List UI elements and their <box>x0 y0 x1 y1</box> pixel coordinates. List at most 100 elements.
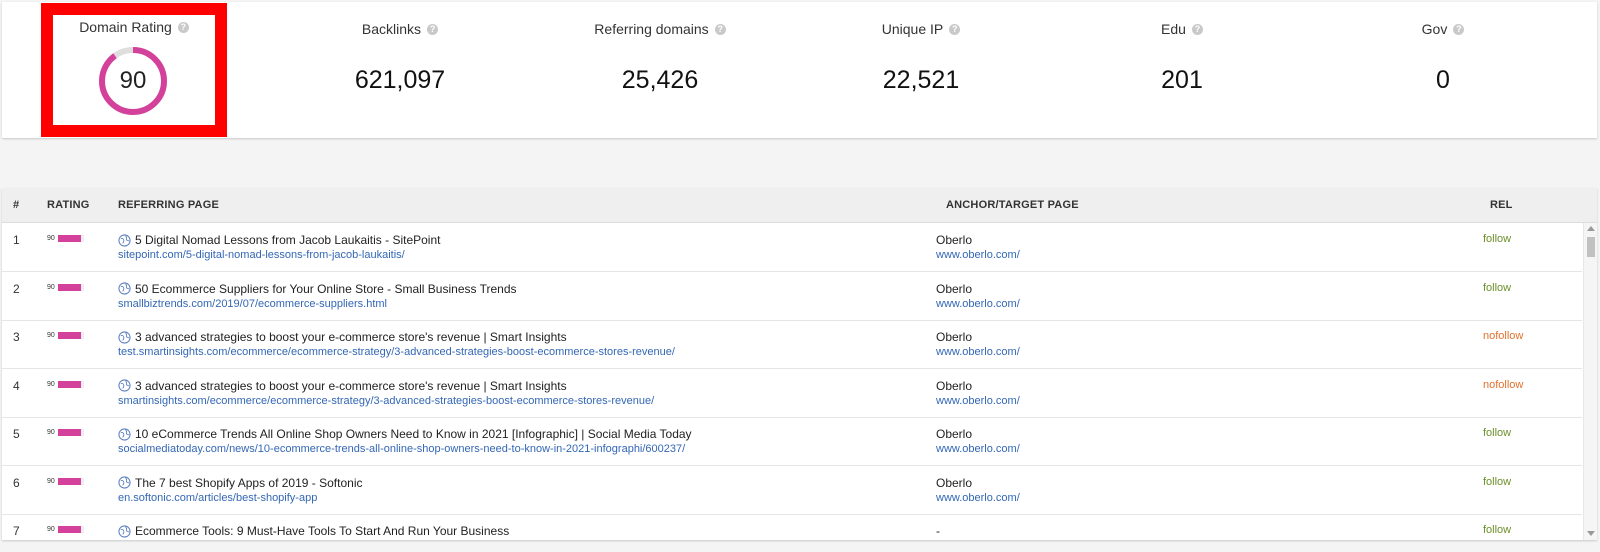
metric-gov: Gov ? 0 <box>1313 2 1573 138</box>
referring-page-url[interactable]: test.smartinsights.com/ecommerce/ecommer… <box>118 346 675 358</box>
globe-icon <box>118 427 131 441</box>
header-rel[interactable]: REL <box>1490 188 1513 222</box>
target-page-url[interactable]: www.oberlo.com/ <box>936 395 1020 407</box>
target-page-url[interactable]: www.oberlo.com/ <box>936 249 1020 261</box>
row-number: 7 <box>13 524 20 538</box>
metric-value[interactable]: 0 <box>1313 66 1573 95</box>
row-rating: 90 <box>47 283 84 291</box>
rating-bar-fill <box>57 380 82 388</box>
row-rating: 90 <box>47 380 84 388</box>
table-row: 2 90 50 Ecommerce Suppliers for Your Onlin… <box>2 272 1582 321</box>
metric-label: Backlinks <box>361 21 422 37</box>
rel-value: follow <box>1483 475 1512 488</box>
row-rating: 90 <box>47 235 84 242</box>
referring-page-url[interactable]: smallbiztrends.com/2019/07/ecommerce-sup… <box>118 298 387 310</box>
scroll-down-arrow-icon[interactable] <box>1587 531 1595 536</box>
referring-page-url[interactable]: socialmediatoday.com/news/10-ecommerce-t… <box>118 443 685 455</box>
referring-page-url[interactable]: smartinsights.com/ecommerce/ecommerce-st… <box>118 395 654 407</box>
globe-icon <box>118 379 131 392</box>
metric-value[interactable]: 22,521 <box>791 66 1051 95</box>
rating-bar-fill <box>57 283 82 291</box>
table-row: 1 90 5 Digital Nomad Lessons from Jacob La… <box>2 223 1582 272</box>
row-number: 6 <box>13 475 20 490</box>
anchor-text: Oberlo <box>936 233 973 247</box>
metric-edu: Edu ? 201 <box>1052 2 1312 138</box>
row-rating: 90 <box>47 526 84 533</box>
metric-label: Unique IP <box>881 21 944 37</box>
rating-value: 90 <box>47 380 55 388</box>
question-circle-icon[interactable]: ? <box>427 23 439 35</box>
backlinks-table: # RATING REFERRING PAGE ANCHOR/TARGET PA… <box>2 188 1597 540</box>
rating-value: 90 <box>47 332 55 339</box>
target-page-url[interactable]: www.oberlo.com/ <box>936 346 1020 358</box>
vertical-scrollbar[interactable] <box>1583 223 1597 540</box>
question-circle-icon[interactable]: ? <box>714 23 726 35</box>
rel-value: nofollow <box>1483 378 1524 391</box>
referring-page-url[interactable]: sitepoint.com/5-digital-nomad-lessons-fr… <box>118 249 405 261</box>
referring-page-title: 50 Ecommerce Suppliers for Your Online S… <box>118 282 517 296</box>
row-rating: 90 <box>47 477 84 485</box>
page-title-text: 50 Ecommerce Suppliers for Your Online S… <box>135 281 517 296</box>
anchor-text: - <box>936 524 940 538</box>
row-number: 5 <box>13 427 20 441</box>
rel-value: follow <box>1483 427 1512 439</box>
rel-value: follow <box>1483 233 1512 245</box>
table-row: 3 90 3 advanced strategies to boost your e… <box>2 320 1582 369</box>
page-title-text: 5 Digital Nomad Lessons from Jacob Lauka… <box>135 233 441 247</box>
row-rating: 90 <box>47 429 84 436</box>
target-page-url[interactable]: www.oberlo.com/ <box>936 492 1020 504</box>
referring-page-title: 10 eCommerce Trends All Online Shop Owne… <box>118 427 692 441</box>
metric-backlinks: Backlinks ? 621,097 <box>270 2 530 138</box>
globe-icon <box>118 233 131 247</box>
metric-label: Gov <box>1421 21 1448 37</box>
rating-value: 90 <box>47 235 55 242</box>
page-title-text: Ecommerce Tools: 9 Must-Have Tools To St… <box>135 524 510 538</box>
anchor-text: Oberlo <box>936 378 973 393</box>
scroll-up-arrow-icon[interactable] <box>1587 226 1595 231</box>
scroll-thumb[interactable] <box>1587 237 1595 257</box>
anchor-text: Oberlo <box>936 475 973 490</box>
header-rating[interactable]: RATING <box>47 188 90 222</box>
question-circle-icon[interactable]: ? <box>949 23 961 35</box>
row-rating: 90 <box>47 332 84 339</box>
question-circle-icon[interactable]: ? <box>177 21 189 33</box>
anchor-text: Oberlo <box>936 281 973 296</box>
rating-bar-fill <box>57 477 82 485</box>
referring-page-title: Ecommerce Tools: 9 Must-Have Tools To St… <box>118 524 509 538</box>
row-number: 1 <box>13 233 20 247</box>
question-circle-icon[interactable]: ? <box>1191 23 1203 35</box>
referring-page-url[interactable]: en.softonic.com/articles/best-shopify-ap… <box>118 492 317 504</box>
table-row: 4 90 3 advanced strategies to boost your e… <box>2 369 1582 418</box>
question-circle-icon[interactable]: ? <box>1453 23 1465 35</box>
rating-bar <box>57 332 84 339</box>
target-page-url[interactable]: www.oberlo.com/ <box>936 298 1020 310</box>
header-anchor-target[interactable]: ANCHOR/TARGET PAGE <box>946 188 1079 222</box>
domain-rating-highlight: Domain Rating ? 90 <box>41 3 227 137</box>
metric-label: Edu <box>1161 21 1186 37</box>
header-referring-page[interactable]: REFERRING PAGE <box>118 188 219 222</box>
metric-unique-ip: Unique IP ? 22,521 <box>791 2 1051 138</box>
metric-domain-rating: Domain Rating ? 90 <box>53 15 215 125</box>
metric-label: Domain Rating <box>79 19 172 35</box>
table-row: 7 90 Ecommerce Tools: 9 Must-Have Tools To… <box>2 514 1582 540</box>
metric-value[interactable]: 25,426 <box>530 66 790 95</box>
metric-value[interactable]: 621,097 <box>270 66 530 95</box>
metric-value[interactable]: 201 <box>1052 66 1312 95</box>
row-number: 2 <box>13 281 20 296</box>
page-title-text: 10 eCommerce Trends All Online Shop Owne… <box>135 427 692 441</box>
header-num[interactable]: # <box>13 188 19 222</box>
globe-icon <box>118 282 131 295</box>
rating-value: 90 <box>47 429 55 436</box>
page-title-text: The 7 best Shopify Apps of 2019 - Softon… <box>135 475 363 490</box>
referring-page-title: 3 advanced strategies to boost your e-co… <box>118 379 567 393</box>
globe-icon <box>118 330 131 344</box>
domain-rating-value: 90 <box>119 67 147 94</box>
rating-bar <box>57 477 84 485</box>
metric-referring-domains: Referring domains ? 25,426 <box>530 2 790 138</box>
table-header: # RATING REFERRING PAGE ANCHOR/TARGET PA… <box>2 188 1597 223</box>
rating-bar <box>57 283 84 291</box>
rating-bar <box>57 429 84 436</box>
target-page-url[interactable]: www.oberlo.com/ <box>936 443 1020 455</box>
rating-value: 90 <box>47 283 55 291</box>
rel-value: nofollow <box>1483 330 1524 342</box>
